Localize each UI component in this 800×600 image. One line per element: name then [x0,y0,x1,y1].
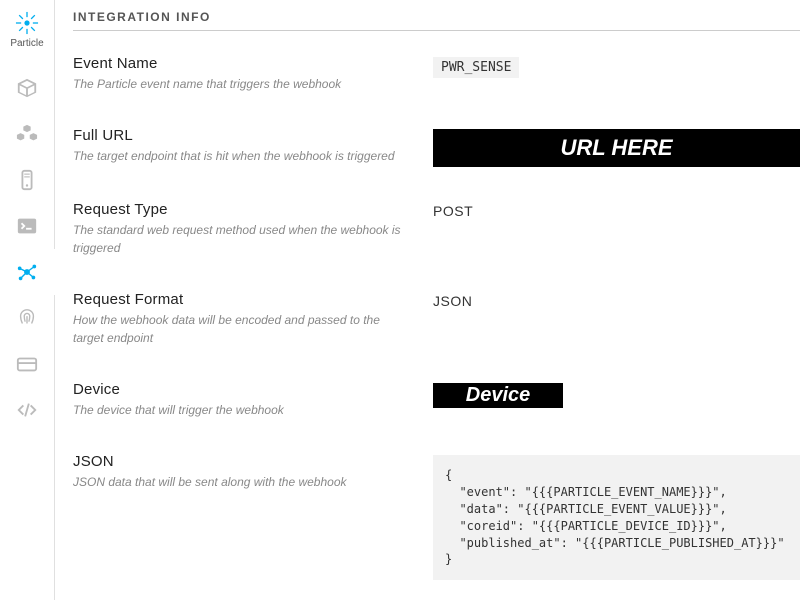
field-label: Request Type [73,201,413,218]
nav-integrations[interactable] [0,249,55,295]
nav-cellular[interactable] [0,157,55,203]
device-value-banner: Device [433,383,563,408]
field-full-url: Full URL The target endpoint that is hit… [73,127,800,167]
box-icon [16,77,38,99]
field-device: Device The device that will trigger the … [73,381,800,419]
sidebar: Particle [0,0,55,600]
field-desc: The device that will trigger the webhook [73,402,413,419]
json-payload: { "event": "{{{PARTICLE_EVENT_NAME}}}", … [433,455,800,580]
field-label: Request Format [73,291,413,308]
section-title: INTEGRATION INFO [73,10,800,31]
nav-auth[interactable] [0,295,55,341]
code-icon [16,399,38,421]
app-root: Particle [0,0,800,600]
phone-icon [16,169,38,191]
nav-billing[interactable] [0,341,55,387]
brand-logo[interactable]: Particle [10,10,43,49]
request-type-value: POST [433,203,473,219]
field-label: Full URL [73,127,413,144]
cubes-icon [16,123,38,145]
field-desc: The standard web request method used whe… [73,222,413,257]
nav-products[interactable] [0,65,55,111]
card-icon [16,353,38,375]
spark-icon [14,10,40,36]
terminal-icon [16,215,38,237]
field-label: JSON [73,453,413,470]
field-json: JSON JSON data that will be sent along w… [73,453,800,580]
field-request-format: Request Format How the webhook data will… [73,291,800,347]
field-event-name: Event Name The Particle event name that … [73,55,800,93]
url-value-banner: URL HERE [433,129,800,167]
nav-devices[interactable] [0,111,55,157]
field-desc: The Particle event name that triggers th… [73,76,413,93]
field-request-type: Request Type The standard web request me… [73,201,800,257]
nav-code[interactable] [0,387,55,433]
field-label: Event Name [73,55,413,72]
integrations-icon [16,261,38,283]
main-content: INTEGRATION INFO Event Name The Particle… [55,0,800,600]
nav-console[interactable] [0,203,55,249]
field-label: Device [73,381,413,398]
field-desc: How the webhook data will be encoded and… [73,312,413,347]
fingerprint-icon [16,307,38,329]
field-desc: JSON data that will be sent along with t… [73,474,413,491]
brand-name: Particle [10,38,43,49]
field-desc: The target endpoint that is hit when the… [73,148,413,165]
request-format-value: JSON [433,293,472,309]
event-name-value: PWR_SENSE [433,57,519,78]
